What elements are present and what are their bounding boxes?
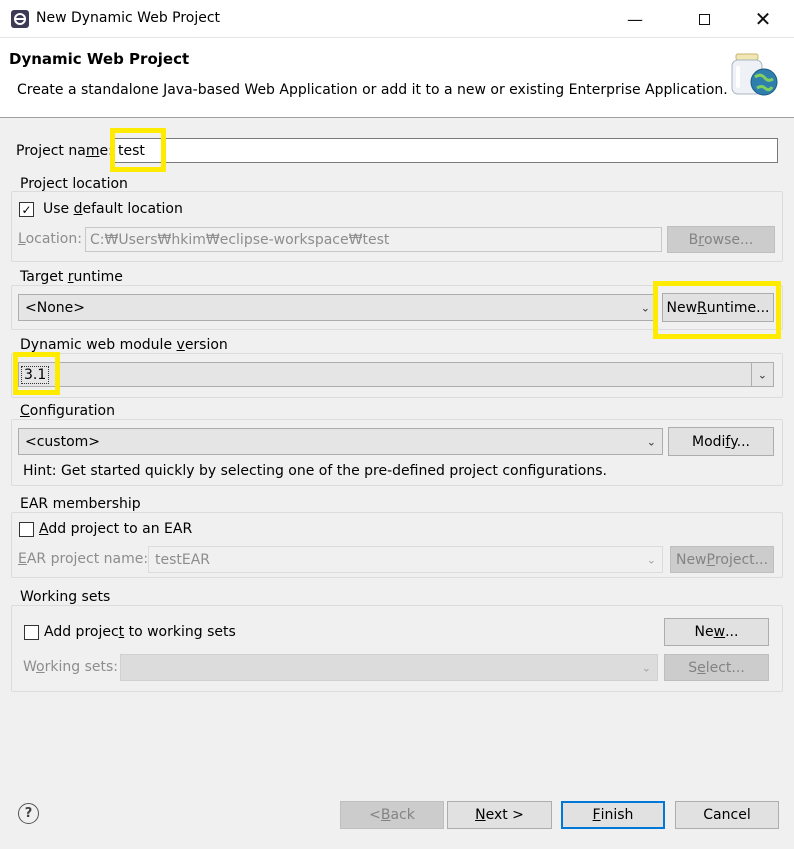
add-to-ear-label: Add project to an EAR <box>39 521 193 537</box>
new-ear-project-button[interactable]: New Project... <box>670 546 774 573</box>
cancel-button[interactable]: Cancel <box>675 801 779 829</box>
project-name-input[interactable]: test <box>113 138 778 163</box>
use-default-location-label: Use default location <box>43 201 183 217</box>
close-icon[interactable]: ✕ <box>740 0 786 38</box>
project-location-label: Project location <box>20 176 128 192</box>
select-working-sets-button[interactable]: Se lect... <box>664 654 769 681</box>
next-button[interactable]: Next > <box>447 801 552 829</box>
chevron-down-icon: ⌄ <box>641 661 651 674</box>
eclipse-app-icon <box>11 10 29 28</box>
configuration-hint: Hint: Get started quickly by selecting o… <box>23 463 607 479</box>
add-to-working-sets-checkbox[interactable] <box>24 625 39 640</box>
chevron-down-icon: ⌄ <box>757 368 767 381</box>
target-runtime-label: Target runtime <box>20 269 123 285</box>
ear-project-name-label: EAR project name: <box>18 551 149 567</box>
target-runtime-select[interactable]: <None> ⌄ <box>18 294 657 321</box>
module-version-label: Dynamic web module version <box>20 337 228 353</box>
chevron-down-icon: ⌄ <box>640 301 650 314</box>
finish-button[interactable]: Finish <box>561 801 665 829</box>
location-input[interactable]: C:₩Users₩hkim₩eclipse-workspace₩test <box>85 227 662 252</box>
use-default-location-checkbox[interactable]: ✓ <box>19 202 34 217</box>
new-runtime-button[interactable]: New Runtime... <box>662 293 774 322</box>
add-to-ear-checkbox[interactable] <box>19 522 34 537</box>
module-version-select[interactable]: 3.1 ⌄ <box>18 362 774 387</box>
browse-button[interactable]: Br owse... <box>667 226 775 253</box>
modify-button[interactable]: Modi f y... <box>668 427 774 456</box>
minimize-icon[interactable]: — <box>612 0 658 38</box>
working-sets-select[interactable]: ⌄ <box>120 654 658 681</box>
ear-project-name-select[interactable]: testEAR ⌄ <box>148 546 663 573</box>
configuration-select[interactable]: <custom> ⌄ <box>18 428 663 455</box>
window-title: New Dynamic Web Project <box>36 10 221 26</box>
chevron-down-icon: ⌄ <box>646 553 656 566</box>
new-working-set-button[interactable]: Ne w... <box>664 618 769 646</box>
configuration-label: Configuration <box>20 403 115 419</box>
chevron-down-icon: ⌄ <box>646 435 656 448</box>
banner-title: Dynamic Web Project <box>9 50 190 68</box>
ear-membership-label: EAR membership <box>20 496 141 512</box>
working-sets-field-label: Working sets: <box>23 659 118 675</box>
back-button[interactable]: < Back <box>340 801 444 829</box>
help-icon[interactable]: ? <box>18 803 39 824</box>
banner-description: Create a standalone Java-based Web Appli… <box>17 82 728 98</box>
working-sets-label: Working sets <box>20 589 111 605</box>
location-label: Location: <box>18 231 82 247</box>
add-to-working-sets-label: Add project to working sets <box>44 624 236 640</box>
maximize-icon[interactable] <box>681 0 727 38</box>
web-project-wizard-icon <box>731 53 778 96</box>
project-name-label: Project name: <box>16 143 113 159</box>
